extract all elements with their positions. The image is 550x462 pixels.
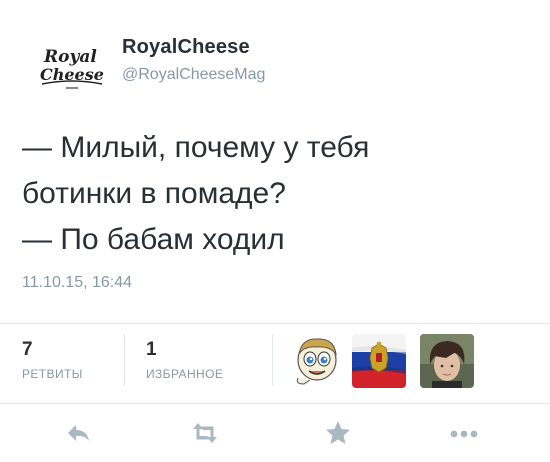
more-options-button[interactable] [446, 418, 482, 448]
tweet-text-line: — По бабам ходил [22, 223, 285, 256]
author-handle[interactable]: @RoyalCheeseMag [122, 66, 265, 84]
favorites-count: 1 [146, 339, 157, 360]
stat-separator [124, 334, 125, 386]
stat-separator [272, 334, 273, 386]
royalcheese-logo[interactable]: Royal Cheese [36, 42, 108, 94]
reply-icon [68, 425, 89, 441]
tweet-text-line: ботинки в помаде? [22, 177, 286, 210]
tweet-timestamp[interactable]: 11.10.15, 16:44 [22, 274, 132, 292]
meme-face-avatar[interactable] [290, 334, 344, 388]
author-name[interactable]: RoyalCheese [122, 36, 250, 59]
tweet-text: — Милый, почему у тебя ботинки в помаде?… [22, 125, 532, 263]
retweet-button[interactable] [187, 418, 223, 448]
tweet-card: Royal Cheese RoyalCheese @RoyalCheeseMag… [0, 0, 550, 462]
stats-divider-top [0, 323, 550, 324]
tweet-text-line: — Милый, почему у тебя [22, 131, 370, 164]
retweet-icon [193, 423, 217, 443]
favorite-button[interactable] [320, 418, 356, 448]
reply-button[interactable] [60, 418, 96, 448]
retweets-stat[interactable]: 7 РЕТВИТЫ [22, 339, 83, 381]
russian-flag-avatar[interactable] [352, 334, 406, 388]
more-dots-icon [450, 430, 478, 438]
user-photo-avatar[interactable] [420, 334, 474, 388]
retweets-count: 7 [22, 339, 33, 360]
logo-text-royal: Royal [43, 47, 97, 67]
favorites-stat[interactable]: 1 ИЗБРАННОЕ [146, 339, 223, 381]
tweet-actions-bar [0, 404, 550, 462]
favorite-star-icon [326, 421, 350, 444]
favorites-label: ИЗБРАННОЕ [146, 367, 224, 381]
retweets-label: РЕТВИТЫ [22, 367, 83, 381]
